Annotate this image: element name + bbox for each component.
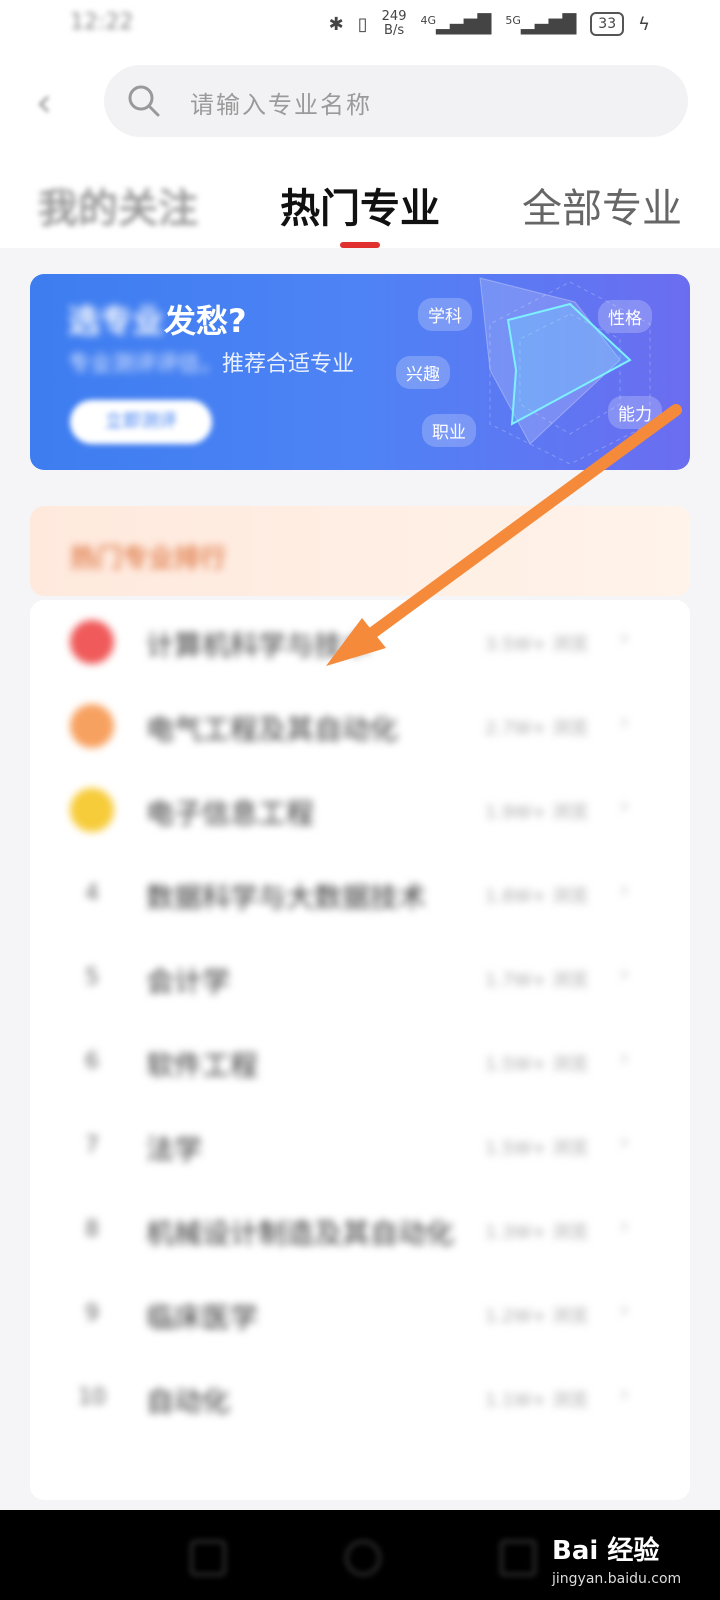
nav-back-icon[interactable]: [500, 1540, 536, 1576]
baidu-jingyan-watermark: Bai 经验 jingyan.baidu.com: [552, 1530, 681, 1587]
annotation-arrow: [326, 404, 682, 666]
nav-recent-icon[interactable]: [190, 1540, 226, 1576]
watermark-brand: Bai 经验: [552, 1536, 660, 1566]
watermark-url: jingyan.baidu.com: [552, 1571, 682, 1587]
nav-home-icon[interactable]: [345, 1540, 381, 1576]
